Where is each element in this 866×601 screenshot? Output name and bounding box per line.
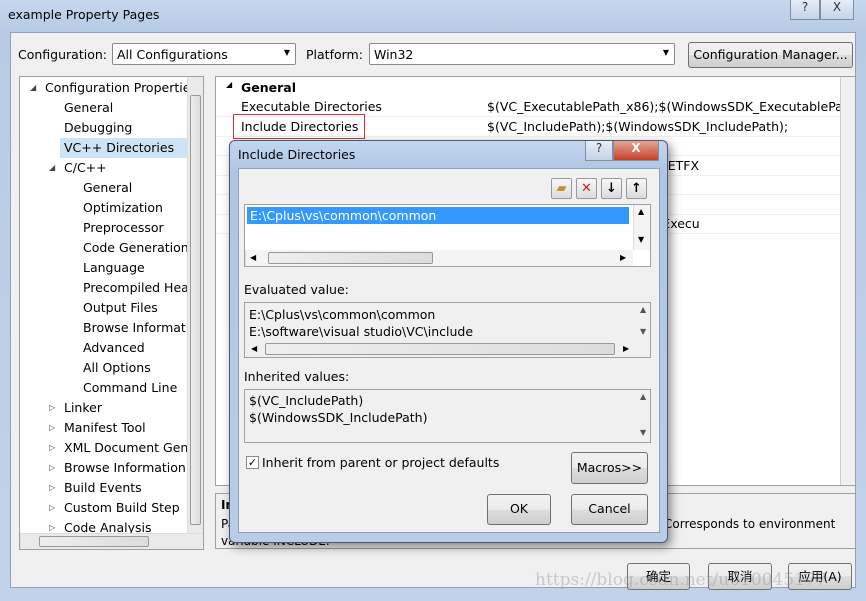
tree-item[interactable]: Command Line [83, 378, 177, 398]
collapsed-arrow-icon[interactable]: ▷ [49, 463, 55, 472]
scroll-left-icon[interactable]: ◀ [250, 253, 256, 262]
tree-item[interactable]: Language [83, 258, 145, 278]
close-button[interactable]: X [820, 0, 854, 20]
collapsed-arrow-icon[interactable]: ▷ [49, 523, 55, 532]
highlight-box [233, 114, 365, 139]
tree-item[interactable]: Configuration Properties [45, 78, 197, 98]
tree-item[interactable]: Debugging [64, 118, 132, 138]
collapsed-arrow-icon[interactable]: ▷ [49, 423, 55, 432]
configuration-manager-button[interactable]: Configuration Manager... [688, 42, 853, 68]
configuration-select[interactable]: All Configurations ▼ [112, 43, 296, 65]
help-button[interactable]: ? [790, 0, 820, 20]
tree-item[interactable]: Preprocessor [83, 218, 164, 238]
evaluated-box: E:\Cplus\vs\common\common E:\software\vi… [244, 302, 651, 358]
list-item[interactable]: E:\Cplus\vs\common\common [247, 207, 629, 224]
scroll-up-icon[interactable]: ▲ [638, 207, 644, 216]
new-line-folder-icon[interactable]: ▰ [551, 178, 572, 199]
watermark: https://blog.csdn.net/u010045177 [535, 570, 827, 590]
platform-select[interactable]: Win32 ▼ [369, 43, 675, 65]
tree-item[interactable]: C/C++ [64, 158, 107, 178]
tree-item[interactable]: Manifest Tool [64, 418, 146, 438]
evaluated-horizontal-scrollbar[interactable]: ◀ ▶ [245, 341, 650, 357]
tree-vertical-scrollbar[interactable] [187, 77, 203, 533]
tree-item[interactable]: Advanced [83, 338, 145, 358]
scroll-up-icon[interactable]: ▲ [640, 305, 646, 314]
property-value[interactable]: $(VC_IncludePath);$(WindowsSDK_IncludePa… [487, 117, 788, 136]
tree-item[interactable]: Browse Information [64, 458, 186, 478]
scrollbar-thumb[interactable] [268, 252, 433, 264]
directories-list[interactable]: E:\Cplus\vs\common\common ▲ ▼ ◀ ▶ [244, 204, 651, 267]
evaluated-line: E:\Cplus\vs\common\common [249, 307, 436, 322]
platform-value: Win32 [374, 47, 414, 62]
scroll-down-icon[interactable]: ▼ [640, 327, 646, 336]
collapse-icon[interactable]: ◢ [226, 80, 232, 89]
collapsed-arrow-icon[interactable]: ▷ [49, 483, 55, 492]
macros-button[interactable]: Macros>> [571, 452, 648, 484]
tree-item[interactable]: Build Events [64, 478, 142, 498]
scrollbar-thumb[interactable] [190, 95, 201, 525]
inherit-checkbox[interactable]: ✓ [246, 456, 259, 469]
tree-item[interactable]: VC++ Directories [60, 138, 187, 158]
tree-item[interactable]: General [83, 178, 132, 198]
dropdown-arrow-icon: ▼ [662, 48, 669, 57]
include-directories-dialog: Include Directories ? X ▰ ✕ ↓ ↑ E:\Cplus… [229, 140, 668, 543]
expanded-arrow-icon[interactable]: ◢ [30, 83, 36, 92]
platform-label: Platform: [306, 47, 363, 62]
scroll-right-icon[interactable]: ▶ [620, 253, 626, 262]
window-title: example Property Pages [8, 7, 160, 22]
dialog-cancel-button[interactable]: Cancel [571, 494, 648, 525]
scroll-down-icon[interactable]: ▼ [640, 428, 646, 437]
list-horizontal-scrollbar[interactable]: ◀ ▶ [245, 250, 633, 266]
scrollbar-thumb[interactable] [265, 343, 615, 355]
tree-horizontal-scrollbar[interactable] [20, 533, 203, 549]
grid-scrollbar[interactable] [840, 77, 855, 485]
dialog-help-button[interactable]: ? [585, 141, 613, 161]
section-header: General [241, 80, 296, 95]
tree-item[interactable]: Output Files [83, 298, 158, 318]
expanded-arrow-icon[interactable]: ◢ [49, 163, 55, 172]
description-text-end: Corresponds to environment [664, 517, 836, 531]
tree-item[interactable]: Custom Build Step [64, 498, 180, 518]
category-tree[interactable]: Configuration Properties ◢ General Debuggin… [19, 76, 204, 550]
scroll-up-icon[interactable]: ▲ [640, 392, 646, 401]
move-down-icon[interactable]: ↓ [601, 178, 622, 199]
configuration-label: Configuration: [18, 47, 107, 62]
list-vertical-scrollbar[interactable]: ▲ ▼ [633, 205, 650, 250]
inherit-checkbox-label[interactable]: Inherit from parent or project defaults [262, 455, 499, 470]
dialog-close-button[interactable]: X [613, 141, 659, 161]
inherited-line: $(VC_IncludePath) [249, 393, 364, 408]
dialog-title: Include Directories [238, 147, 356, 162]
evaluated-label: Evaluated value: [244, 282, 349, 297]
scroll-down-icon[interactable]: ▼ [638, 235, 644, 244]
configuration-value: All Configurations [117, 47, 228, 62]
collapsed-arrow-icon[interactable]: ▷ [49, 403, 55, 412]
tree-item[interactable]: All Options [83, 358, 151, 378]
tree-item[interactable]: XML Document Gene [64, 438, 196, 458]
tree-item[interactable]: Code Generation [83, 238, 189, 258]
collapsed-arrow-icon[interactable]: ▷ [49, 443, 55, 452]
inherited-box: $(VC_IncludePath) $(WindowsSDK_IncludePa… [244, 389, 651, 443]
tree-item[interactable]: Precompiled Heade [83, 278, 203, 298]
scrollbar-thumb[interactable] [39, 536, 149, 547]
tree-item[interactable]: Linker [64, 398, 102, 418]
delete-icon[interactable]: ✕ [576, 178, 597, 199]
dropdown-arrow-icon: ▼ [283, 48, 290, 57]
collapsed-arrow-icon[interactable]: ▷ [49, 503, 55, 512]
evaluated-line: E:\software\visual studio\VC\include [249, 324, 474, 339]
property-value[interactable]: $(VC_ExecutablePath_x86);$(WindowsSDK_Ex… [487, 97, 855, 116]
tree-item[interactable]: General [64, 98, 113, 118]
inherited-label: Inherited values: [244, 369, 350, 384]
tree-item[interactable]: Browse Informatio [83, 318, 197, 338]
dialog-ok-button[interactable]: OK [487, 494, 551, 525]
move-up-icon[interactable]: ↑ [626, 178, 647, 199]
tree-item[interactable]: Optimization [83, 198, 163, 218]
inherited-line: $(WindowsSDK_IncludePath) [249, 410, 428, 425]
